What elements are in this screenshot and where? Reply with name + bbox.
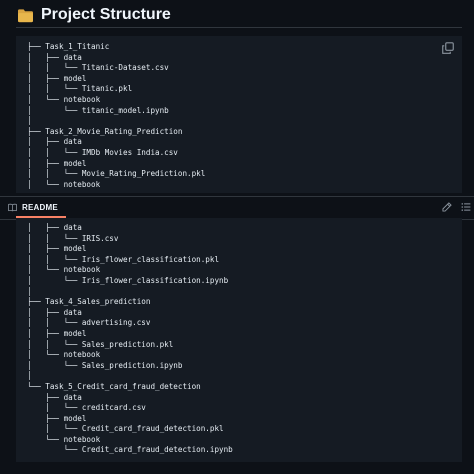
list-icon[interactable] xyxy=(461,202,471,212)
section-heading: Project Structure xyxy=(18,4,171,26)
tree-line: │ └── titanic_model.ipynb xyxy=(27,105,169,115)
tree-line: │ └── notebook xyxy=(27,179,101,189)
tree-line: ├── Task_1_Titanic xyxy=(27,42,110,51)
pencil-icon[interactable] xyxy=(442,202,452,212)
tree-line: └── notebook xyxy=(27,434,101,444)
tree-line: │ │ └── advertising.csv xyxy=(27,318,151,328)
tree-line: │ └── creditcard.csv xyxy=(27,403,146,413)
tree-line: │ xyxy=(27,116,32,126)
folder-icon xyxy=(18,8,33,22)
tree-line: │ ├── model xyxy=(27,73,87,83)
heading-divider xyxy=(16,27,462,28)
code-block: │ ├── data │ │ └── IRIS.csv │ ├── model │ │… xyxy=(16,218,462,462)
tree-line: │ ├── data xyxy=(27,223,82,232)
readme-toolbar: README xyxy=(0,196,474,220)
tree-line: │ ├── model xyxy=(27,328,87,338)
tree-line: │ └── notebook xyxy=(27,350,101,360)
tree-line: │ ├── data xyxy=(27,307,82,317)
tree-line: ├── Task_4_Sales_prediction xyxy=(27,297,151,307)
tree-line: │ xyxy=(27,286,32,296)
section-title: Project Structure xyxy=(41,6,171,23)
tree-listing: ├── Task_1_Titanic │ ├── data │ │ └── Tita… xyxy=(27,42,205,190)
copy-icon[interactable] xyxy=(442,42,454,54)
tree-line: │ └── Sales_prediction.ipynb xyxy=(27,360,183,370)
tree-line: │ │ └── Iris_flower_classification.pkl xyxy=(27,254,220,264)
tree-line: │ │ └── Titanic.pkl xyxy=(27,84,133,94)
tree-line: │ │ └── IRIS.csv xyxy=(27,233,119,243)
tree-line: ├── Task_2_Movie_Rating_Prediction xyxy=(27,126,183,136)
tree-line: │ ├── model xyxy=(27,244,87,254)
tree-line: │ xyxy=(27,371,32,381)
tree-line: │ ├── data xyxy=(27,137,82,147)
book-icon xyxy=(8,203,17,212)
tree-line: ├── data xyxy=(27,392,82,402)
tree-line: │ │ └── Titanic-Dataset.csv xyxy=(27,63,169,73)
code-block: ├── Task_1_Titanic │ ├── data │ │ └── Tita… xyxy=(16,36,462,193)
tree-line: │ └── Iris_flower_classification.ipynb xyxy=(27,275,229,285)
tree-line: │ ├── data xyxy=(27,52,82,62)
tree-line: └── Task_5_Credit_card_fraud_detection xyxy=(27,381,201,391)
tree-line: │ └── Credit_card_fraud_detection.pkl xyxy=(27,424,224,434)
readme-tab[interactable]: README xyxy=(8,197,58,218)
readme-label: README xyxy=(22,203,58,212)
tree-line: └── Credit_card_fraud_detection.ipynb xyxy=(27,445,233,455)
tree-line: │ └── notebook xyxy=(27,265,101,275)
tree-line: │ │ └── Sales_prediction.pkl xyxy=(27,339,174,349)
tree-listing: │ ├── data │ │ └── IRIS.csv │ ├── model │ │… xyxy=(27,223,233,456)
tree-line: │ ├── model xyxy=(27,158,87,168)
tree-line: │ │ └── Movie_Rating_Prediction.pkl xyxy=(27,169,206,179)
tree-line: │ │ └── IMDb Movies India.csv xyxy=(27,147,178,157)
tree-line: ├── model xyxy=(27,413,87,423)
tree-line: │ └── notebook xyxy=(27,94,101,104)
